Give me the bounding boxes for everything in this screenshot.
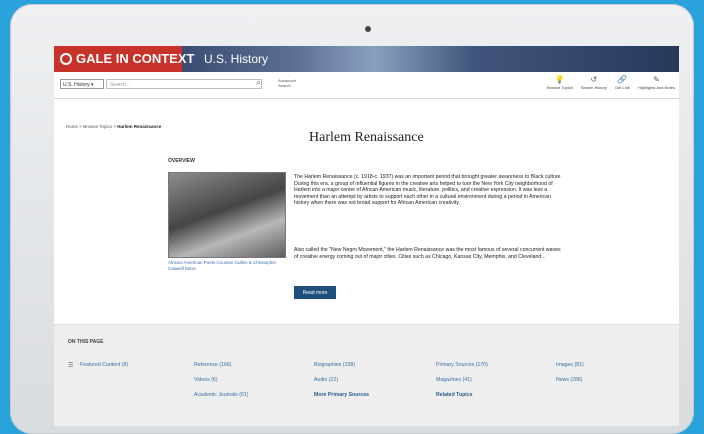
link-more-primary-sources[interactable]: More Primary Sources <box>314 392 369 398</box>
search-icon[interactable]: ⌕ <box>256 77 261 88</box>
header-banner: GALE IN CONTEXT U.S. History <box>54 46 679 72</box>
breadcrumb-current: Harlem Renaissance <box>117 124 162 129</box>
link-magazines[interactable]: Magazines (41) <box>436 377 472 383</box>
read-more-button[interactable]: Read more <box>294 286 336 299</box>
tool-label: Browse Topics <box>547 85 573 90</box>
image-caption[interactable]: African-American Poets Countee Cullen & … <box>168 260 284 272</box>
browse-topics-button[interactable]: 💡 Browse Topics <box>547 75 573 90</box>
search-toolbar: U.S. History ▾ Search... ⌕ Advanced Sear… <box>54 72 679 99</box>
link-news[interactable]: News (286) <box>556 377 583 383</box>
tool-label: Get Link <box>614 85 630 90</box>
on-this-page-section: ON THIS PAGE ☰ Featured Content (8) Refe… <box>54 324 679 426</box>
tool-label: Highlights And Notes <box>637 85 675 90</box>
breadcrumb: Home > Browse Topics > Harlem Renaissanc… <box>66 124 161 129</box>
overview-paragraph-1: The Harlem Renaissance (c. 1918-c. 1937)… <box>294 174 562 207</box>
highlights-notes-button[interactable]: ✎ Highlights And Notes <box>638 75 675 90</box>
overview-image[interactable] <box>168 172 286 258</box>
collection-select[interactable]: U.S. History ▾ <box>60 79 104 89</box>
link-images[interactable]: Images (81) <box>556 362 584 368</box>
link-primary-sources[interactable]: Primary Sources (170) <box>436 362 488 368</box>
toolbar-tools: 💡 Browse Topics ↺ Search History 🔗 Get L… <box>547 75 675 90</box>
search-history-button[interactable]: ↺ Search History <box>581 75 607 90</box>
on-this-page-label: ON THIS PAGE <box>68 339 104 345</box>
browser-screen: GALE IN CONTEXT U.S. History U.S. Histor… <box>54 46 679 426</box>
page-title: Harlem Renaissance <box>309 130 424 145</box>
advanced-search-link[interactable]: Advanced Search <box>278 78 300 88</box>
list-icon: ☰ <box>68 363 74 369</box>
link-icon: 🔗 <box>617 75 628 84</box>
brand-logo[interactable]: GALE IN CONTEXT <box>60 51 194 66</box>
brand-name: GALE IN CONTEXT <box>76 51 195 66</box>
breadcrumb-trail[interactable]: Home > Browse Topics > <box>66 124 117 129</box>
link-related-topics[interactable]: Related Topics <box>436 392 473 398</box>
get-link-button[interactable]: 🔗 Get Link <box>615 75 630 90</box>
laptop-frame: GALE IN CONTEXT U.S. History U.S. Histor… <box>10 4 694 434</box>
overview-heading: OVERVIEW <box>168 158 195 164</box>
lightbulb-icon: 💡 <box>554 75 565 84</box>
link-videos[interactable]: Videos (6) <box>194 377 218 383</box>
link-academic-journals[interactable]: Academic Journals (61) <box>194 392 249 398</box>
link-biographies[interactable]: Biographies (158) <box>314 362 355 368</box>
search-input[interactable]: Search... <box>106 79 262 89</box>
camera-dot <box>365 26 371 32</box>
link-reference[interactable]: Reference (166) <box>194 362 232 368</box>
pen-icon: ✎ <box>653 75 660 84</box>
tool-label: Search History <box>580 85 607 90</box>
link-featured-content[interactable]: Featured Content (8) <box>80 362 128 368</box>
link-audio[interactable]: Audio (22) <box>314 377 338 383</box>
history-icon: ↺ <box>590 75 598 84</box>
collection-select-value: U.S. History <box>63 82 90 88</box>
overview-paragraph-2: Also called the "New Negro Movement," th… <box>294 247 561 260</box>
product-name: U.S. History <box>204 52 269 66</box>
gale-logo-icon <box>60 52 72 65</box>
